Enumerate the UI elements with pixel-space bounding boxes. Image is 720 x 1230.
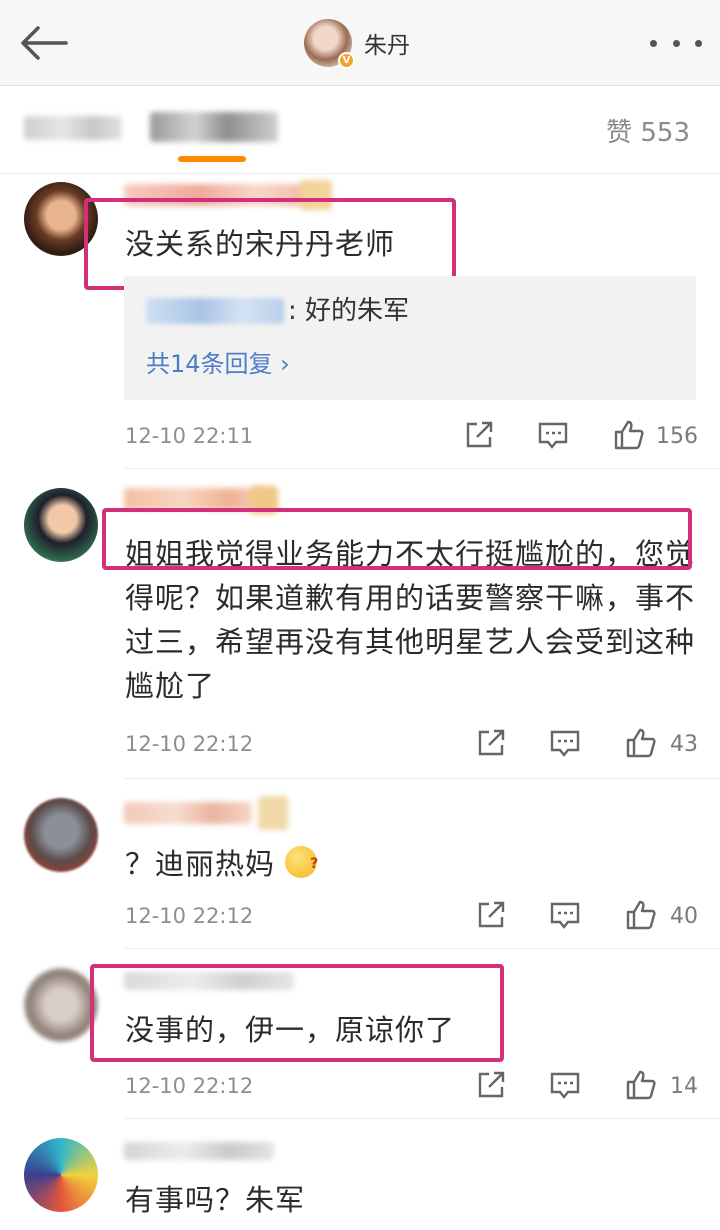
like-count: 156: [656, 424, 698, 449]
reply-username[interactable]: [146, 298, 284, 324]
like-count: 14: [670, 1074, 698, 1099]
divider: [124, 1118, 720, 1119]
avatar[interactable]: [24, 798, 98, 872]
likes-total[interactable]: 赞 553: [606, 112, 690, 149]
divider: [124, 468, 720, 469]
comment-item: 没事的，伊一，原谅你了 12-10 22:12 14: [0, 950, 720, 1120]
comment-icon[interactable]: [548, 1068, 582, 1102]
like-count: 40: [670, 904, 698, 929]
more-dots-icon: [650, 39, 657, 47]
reply-text: : 好的朱军: [288, 296, 410, 326]
emoji-icon: [285, 842, 319, 886]
username[interactable]: [124, 1142, 274, 1160]
comment-time: 12-10 22:12: [125, 732, 254, 756]
verified-badge: V: [338, 52, 355, 69]
like-icon[interactable]: [612, 418, 646, 452]
comment-icon[interactable]: [536, 418, 570, 452]
comment-text: 有事吗？朱军: [125, 1183, 306, 1217]
avatar[interactable]: [24, 968, 98, 1042]
comment-icon[interactable]: [548, 726, 582, 760]
view-replies-link[interactable]: 共14条回复 ›: [146, 344, 290, 379]
avatar[interactable]: [24, 488, 98, 562]
username[interactable]: [124, 802, 252, 824]
user-badge: [258, 796, 288, 830]
back-arrow-icon: [21, 26, 68, 60]
comment-time: 12-10 22:12: [125, 1074, 254, 1098]
share-icon[interactable]: [462, 418, 496, 452]
comment-text-row: ？迪丽热妈: [125, 842, 695, 886]
comment-tabs: 赞 553: [0, 86, 720, 174]
comment-meta: 12-10 22:12 14: [0, 1068, 720, 1108]
comment-icon[interactable]: [548, 898, 582, 932]
avatar[interactable]: V: [304, 19, 355, 69]
more-button[interactable]: [650, 26, 702, 60]
comment-meta: 12-10 22:12 43: [0, 726, 720, 766]
tab-comments[interactable]: [150, 112, 278, 142]
comment-meta: 12-10 22:11 156: [0, 418, 720, 458]
comment-item: ？迪丽热妈 12-10 22:12 40: [0, 780, 720, 950]
share-icon[interactable]: [474, 1068, 508, 1102]
comment-time: 12-10 22:12: [125, 904, 254, 928]
reply-preview[interactable]: : 好的朱军 共14条回复 ›: [124, 276, 696, 400]
profile-name[interactable]: 朱丹: [364, 26, 410, 60]
comment-meta: 12-10 22:12 40: [0, 898, 720, 938]
share-icon[interactable]: [474, 898, 508, 932]
divider: [124, 948, 720, 949]
comment-item: 姐姐我觉得业务能力不太行挺尴尬的，您觉得呢？如果道歉有用的话要警察干嘛，事不过三…: [0, 470, 720, 780]
like-count: 43: [670, 732, 698, 757]
highlight-box: [90, 964, 504, 1062]
active-tab-indicator: [178, 156, 246, 162]
comment-item: 有事吗？朱军: [0, 1120, 720, 1230]
profile-header[interactable]: V 朱丹: [304, 18, 410, 69]
comment-item: 没关系的宋丹丹老师 : 好的朱军 共14条回复 › 12-10 22:11 15…: [0, 174, 720, 470]
tab-reposts[interactable]: [24, 116, 122, 140]
like-icon[interactable]: [624, 1068, 658, 1102]
like-icon[interactable]: [624, 726, 658, 760]
comment-time: 12-10 22:11: [125, 424, 254, 448]
avatar[interactable]: [24, 1138, 98, 1212]
like-icon[interactable]: [624, 898, 658, 932]
comment-text: ？迪丽热妈: [125, 847, 276, 881]
back-button[interactable]: [14, 18, 74, 68]
highlight-box: [102, 508, 692, 570]
share-icon[interactable]: [474, 726, 508, 760]
top-bar: V 朱丹: [0, 0, 720, 86]
divider: [124, 778, 720, 779]
